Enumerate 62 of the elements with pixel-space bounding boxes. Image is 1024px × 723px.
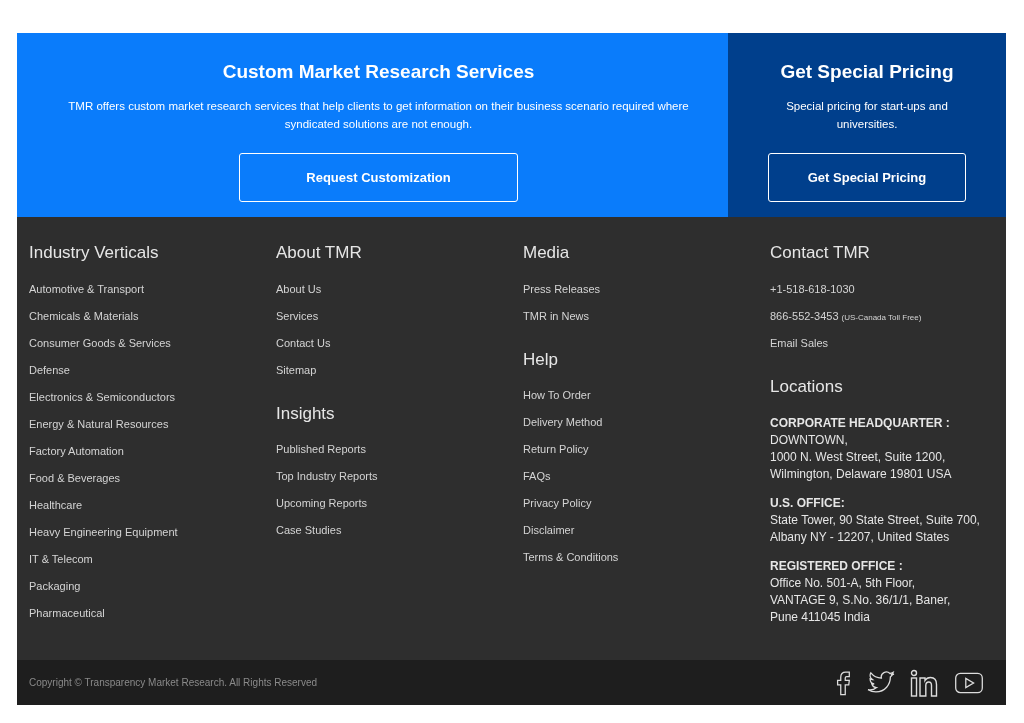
cta-text: Special pricing for start-ups and universities.	[785, 99, 949, 132]
cta-title: Custom Market Research Services	[222, 61, 535, 83]
address-line: DOWNTOWN,	[770, 432, 849, 449]
footer-link[interactable]: Services	[276, 309, 319, 323]
address-line: Pune 411045 India	[770, 609, 871, 626]
footer-link[interactable]: TMR in News	[523, 309, 589, 323]
footer-link[interactable]: Upcoming Reports	[276, 496, 368, 510]
footer-link[interactable]: Case Studies	[276, 523, 342, 537]
bird-icon[interactable]	[866, 670, 896, 695]
column-heading: Help	[523, 350, 558, 370]
address-line: State Tower, 90 State Street, Suite 700,	[770, 512, 980, 529]
office-title: REGISTERED OFFICE :	[770, 558, 904, 575]
address-line: VANTAGE 9, S.No. 36/1/1, Baner,	[770, 592, 951, 609]
footer-link[interactable]: About Us	[276, 282, 322, 296]
footer-link[interactable]: Food & Beverages	[29, 471, 121, 485]
request-customization-button[interactable]: Request Customization	[239, 153, 518, 202]
address-line: 1000 N. West Street, Suite 1200,	[770, 449, 947, 466]
footer-link[interactable]: Published Reports	[276, 442, 366, 456]
footer-link[interactable]: FAQs	[523, 469, 551, 483]
column-heading: Contact TMR	[770, 243, 870, 263]
linkedin-icon[interactable]	[910, 668, 940, 697]
footer-link[interactable]: Top Industry Reports	[276, 469, 378, 483]
footer-link[interactable]: Packaging	[29, 579, 81, 593]
column-heading: Industry Verticals	[29, 243, 159, 263]
footer-link[interactable]: Press Releases	[523, 282, 601, 296]
special-pricing-button[interactable]: Get Special Pricing	[768, 153, 966, 202]
office-title: U.S. OFFICE:	[770, 495, 846, 512]
contact-link[interactable]: Email Sales	[770, 336, 829, 350]
footer-link[interactable]: Consumer Goods & Services	[29, 336, 171, 350]
copyright-text: Copyright © Transparency Market Research. All Rights Reserved	[29, 677, 318, 688]
play-icon[interactable]	[954, 671, 984, 694]
footer-link[interactable]: Factory Automation	[29, 444, 124, 458]
address-line: Wilmington, Delaware 19801 USA	[770, 466, 952, 483]
footer-link[interactable]: Energy & Natural Resources	[29, 417, 169, 431]
footer-link[interactable]: Disclaimer	[523, 523, 575, 537]
phone-note: (US-Canada Toll Free)	[841, 313, 922, 322]
cta-title: Get Special Pricing	[780, 61, 954, 83]
office-title: CORPORATE HEADQUARTER :	[770, 415, 951, 432]
footer-link[interactable]: Privacy Policy	[523, 496, 592, 510]
footer-link[interactable]: Automotive & Transport	[29, 282, 144, 296]
column-heading: Locations	[770, 377, 843, 397]
footer-link[interactable]: Terms & Conditions	[523, 550, 619, 564]
cta-text: TMR offers custom market research services that help clients to get information on their business scenario required where syndicated solutions are not enough.	[67, 99, 690, 132]
footer-link[interactable]: Heavy Engineering Equipment	[29, 525, 178, 539]
footer-link[interactable]: Healthcare	[29, 498, 83, 512]
phone-link[interactable]: 866-552-3453	[770, 309, 839, 323]
address-line: Albany NY - 12207, United States	[770, 529, 951, 546]
footer-link[interactable]: Pharmaceutical	[29, 606, 105, 620]
footer-link[interactable]: How To Order	[523, 388, 591, 402]
footer-link[interactable]: Contact Us	[276, 336, 331, 350]
column-heading: About TMR	[276, 243, 362, 263]
footer-link[interactable]: Return Policy	[523, 442, 589, 456]
footer-link[interactable]: Sitemap	[276, 363, 317, 377]
column-heading: Media	[523, 243, 570, 263]
footer-link[interactable]: Electronics & Semiconductors	[29, 390, 176, 404]
footer-link[interactable]: IT & Telecom	[29, 552, 93, 566]
footer-link[interactable]: Delivery Method	[523, 415, 603, 429]
footer-link[interactable]: Defense	[29, 363, 70, 377]
contact-link[interactable]: +1-518-618-1030	[770, 282, 855, 296]
footer-link[interactable]: Chemicals & Materials	[29, 309, 139, 323]
address-line: Office No. 501-A, 5th Floor,	[770, 575, 917, 592]
column-heading: Insights	[276, 404, 335, 424]
